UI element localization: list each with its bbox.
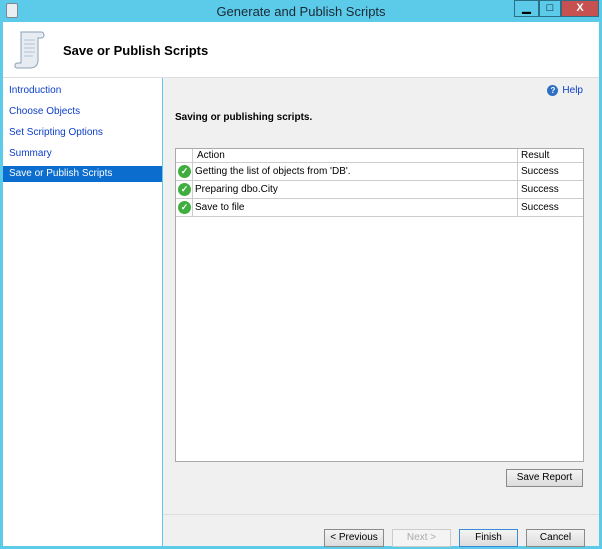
save-report-button[interactable]: Save Report [506, 469, 583, 487]
table-row: ✓ Getting the list of objects from 'DB'.… [176, 163, 583, 181]
result-cell: Success [517, 163, 583, 180]
footer-divider [163, 514, 599, 515]
scroll-icon [14, 31, 45, 69]
finish-button[interactable]: Finish [459, 529, 518, 547]
next-button: Next > [392, 529, 451, 547]
action-cell: Getting the list of objects from 'DB'. [195, 166, 351, 177]
nav-item-choose-objects[interactable]: Choose Objects [3, 104, 162, 120]
column-action[interactable]: Action [197, 149, 519, 162]
wizard-nav: Introduction Choose Objects Set Scriptin… [3, 78, 162, 546]
content-panel: ? Help Saving or publishing scripts. Acti… [163, 78, 599, 547]
nav-item-save-or-publish-scripts[interactable]: Save or Publish Scripts [3, 166, 162, 182]
results-table: Action Result ✓ Getting the list of obje… [175, 148, 584, 462]
success-icon: ✓ [178, 183, 191, 196]
status-heading: Saving or publishing scripts. [175, 112, 313, 123]
result-cell: Success [517, 199, 583, 216]
previous-button[interactable]: < Previous [324, 529, 384, 547]
table-row: ✓ Preparing dbo.City Success [176, 181, 583, 199]
title-bar: Generate and Publish Scripts ▁ □ X [0, 0, 602, 22]
maximize-button[interactable]: □ [539, 0, 561, 17]
help-link[interactable]: ? Help [547, 85, 583, 96]
cancel-button[interactable]: Cancel [526, 529, 585, 547]
table-header: Action Result [176, 149, 583, 163]
column-result[interactable]: Result [517, 149, 583, 162]
close-button[interactable]: X [561, 0, 599, 17]
table-row: ✓ Save to file Success [176, 199, 583, 217]
action-cell: Preparing dbo.City [195, 184, 278, 195]
nav-item-set-scripting-options[interactable]: Set Scripting Options [3, 125, 162, 141]
help-icon: ? [547, 85, 559, 96]
wizard-header: Save or Publish Scripts [3, 22, 599, 78]
nav-item-introduction[interactable]: Introduction [3, 83, 162, 99]
nav-item-summary[interactable]: Summary [3, 146, 162, 162]
result-cell: Success [517, 181, 583, 198]
success-icon: ✓ [178, 201, 191, 214]
success-icon: ✓ [178, 165, 191, 178]
minimize-button[interactable]: ▁ [514, 0, 539, 17]
help-label: Help [562, 85, 583, 96]
page-title: Save or Publish Scripts [63, 43, 209, 58]
window-title: Generate and Publish Scripts [216, 4, 386, 19]
action-cell: Save to file [195, 202, 245, 213]
